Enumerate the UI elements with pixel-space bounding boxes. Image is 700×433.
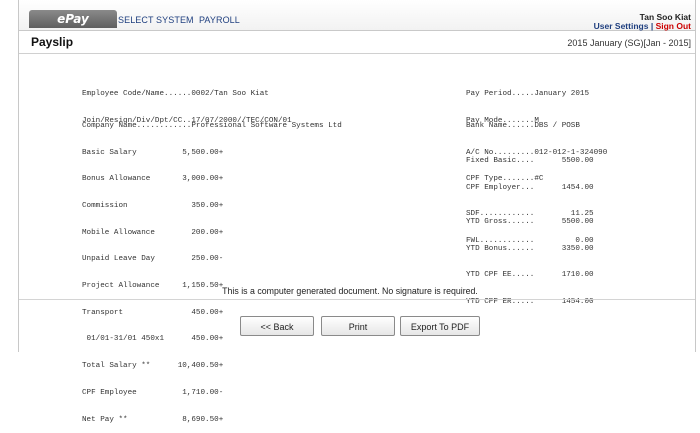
ytd-bonus-line: YTD Bonus...... 3350.00: [466, 244, 594, 253]
user-links: User Settings | Sign Out: [594, 21, 691, 31]
sign-out-link[interactable]: Sign Out: [656, 21, 691, 31]
ytd-gross-line: YTD Gross...... 5500.00: [466, 217, 594, 226]
earnings-deductions-block: Company Name............Professional Sof…: [82, 104, 342, 433]
cpf-employer-line: CPF Employer... 1454.00: [466, 183, 594, 192]
epay-logo: ePay: [29, 10, 117, 28]
cpf-employee-line: CPF Employee 1,710.00-: [82, 388, 224, 397]
page-title: Payslip: [31, 35, 74, 49]
ytd-cpf-ee-line: YTD CPF EE..... 1710.00: [466, 271, 594, 280]
nav-select-system[interactable]: SELECT SYSTEM: [118, 15, 194, 25]
employee-code-line: Employee Code/Name......0002/Tan Soo Kia…: [82, 89, 269, 98]
payroll-period-label: 2015 January (SG)[Jan - 2015]: [567, 38, 691, 48]
company-name-line: Company Name............Professional Sof…: [82, 121, 342, 130]
nav-payroll[interactable]: PAYROLL: [199, 15, 240, 25]
mobile-allowance-line: Mobile Allowance 200.00+: [82, 228, 224, 237]
page-titlebar: Payslip 2015 January (SG)[Jan - 2015]: [19, 31, 695, 54]
fixed-basic-line: Fixed Basic.... 5500.00: [466, 156, 594, 165]
bonus-allowance-line: Bonus Allowance 3,000.00+: [82, 175, 224, 184]
pay-period-line: Pay Period.....January 2015: [466, 89, 590, 98]
link-separator: |: [650, 21, 654, 31]
computer-generated-note: This is a computer generated document. N…: [222, 286, 478, 296]
frame-border-right: [695, 0, 696, 352]
commission-line: Commission 350.00+: [82, 201, 224, 210]
bank-name-line: Bank Name......DBS / POSB: [466, 121, 580, 130]
unpaid-leave-line: Unpaid Leave Day 250.00-: [82, 255, 224, 264]
print-button[interactable]: Print: [321, 316, 395, 336]
user-settings-link[interactable]: User Settings: [594, 21, 649, 31]
basic-salary-line: Basic Salary 5,500.00+: [82, 148, 224, 157]
back-button[interactable]: << Back: [240, 316, 314, 336]
net-pay-line: Net Pay ** 8,690.50+: [82, 415, 224, 424]
transport-detail-line: 01/01-31/01 450x1 450.00+: [82, 335, 224, 344]
export-pdf-button[interactable]: Export To PDF: [400, 316, 480, 336]
footer-divider: [19, 299, 695, 300]
top-navigation-bar: ePay SELECT SYSTEM PAYROLL Tan Soo Kiat …: [19, 0, 695, 31]
total-salary-line: Total Salary ** 10,400.50+: [82, 362, 224, 371]
